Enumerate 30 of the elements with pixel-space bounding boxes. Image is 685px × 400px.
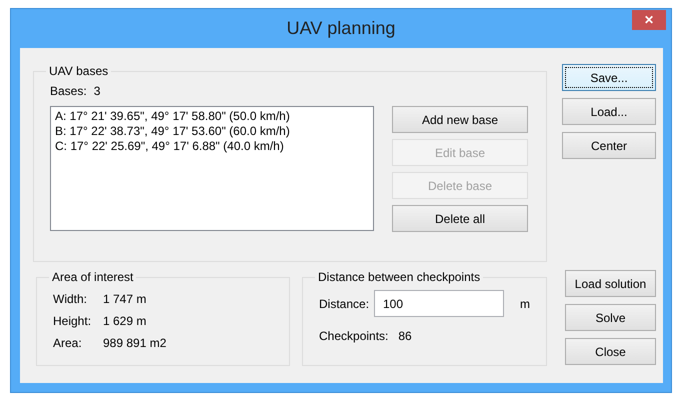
field-value: 86 bbox=[398, 329, 412, 343]
dialog-button[interactable]: Load... bbox=[562, 98, 656, 125]
distance-field[interactable]: 100 bbox=[374, 290, 504, 317]
unit-label: m bbox=[520, 296, 530, 310]
list-item[interactable]: C: 17° 22' 25.69", 49° 17' 6.88" (40.0 km/h) bbox=[55, 139, 369, 154]
dialog-button[interactable]: Center bbox=[562, 132, 656, 159]
group-title: UAV bases bbox=[48, 64, 110, 78]
list-item[interactable]: B: 17° 22' 38.73", 49° 17' 53.60" (60.0 km/h) bbox=[55, 124, 369, 139]
base-action-button[interactable]: Delete all bbox=[392, 205, 528, 232]
dialog-button[interactable]: Load solution bbox=[565, 270, 656, 297]
field-label: Height: bbox=[53, 313, 92, 330]
window-title: UAV planning bbox=[286, 18, 396, 39]
group-title: Area of interest bbox=[51, 270, 134, 284]
count-value: 3 bbox=[94, 84, 100, 98]
field-label: Area: bbox=[53, 335, 83, 352]
base-action-button[interactable]: Add new base bbox=[392, 106, 528, 133]
count-label: Bases: bbox=[50, 84, 87, 98]
bases-list[interactable]: A: 17° 21' 39.65", 49° 17' 58.80" (50.0 km/h) B: 17° 22' 38.73", 49° 17' 53.60" (60.0 km/h) C: 17° 22' 25.69", 49° 17' 6.88" (40.0 km/h) bbox=[50, 106, 374, 231]
field-label: Width: bbox=[53, 291, 88, 308]
list-item[interactable]: A: 17° 21' 39.65", 49° 17' 58.80" (50.0 km/h) bbox=[55, 109, 369, 124]
dialog-button[interactable]: Save... bbox=[562, 64, 656, 91]
dialog-button[interactable]: Close bbox=[565, 338, 656, 365]
field-value: 1 629 m bbox=[103, 313, 146, 330]
field-value: 1 747 m bbox=[103, 291, 146, 308]
field-label: Checkpoints: bbox=[319, 329, 388, 343]
close-button[interactable]: ✕ bbox=[632, 10, 666, 30]
field-label: Distance: bbox=[319, 296, 370, 310]
dialog-button[interactable]: Solve bbox=[565, 304, 656, 331]
field-value: 989 891 m2 bbox=[103, 335, 166, 352]
group-title: Distance between checkpoints bbox=[317, 270, 482, 284]
